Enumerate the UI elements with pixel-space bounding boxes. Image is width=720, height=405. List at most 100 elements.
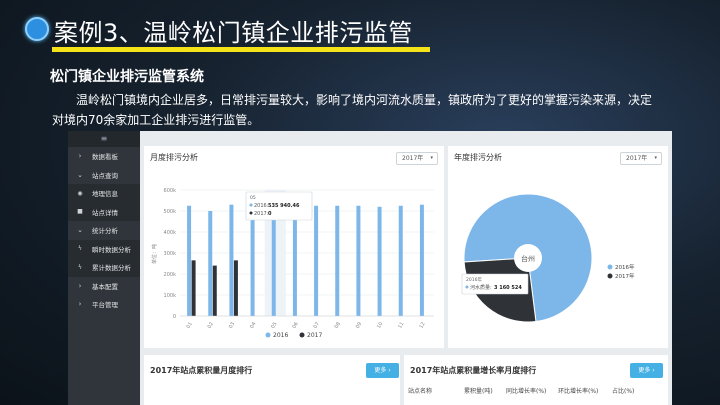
tooltip-header: 05 — [250, 195, 256, 201]
column-header: 站点名称 — [408, 388, 433, 395]
sidebar-item[interactable]: › 数据看板 — [68, 147, 140, 166]
bar-2016 — [377, 206, 382, 316]
more-button[interactable]: 更多 › — [366, 363, 399, 378]
y-tick-label: 200k — [164, 272, 177, 278]
legend-swatch — [299, 332, 305, 338]
y-tick-label: 500k — [164, 209, 177, 215]
annual-analysis-panel: 年度排污分析 2017年 ▾ 台州 2016年 2017年 2016年 河水质量: 3 16… — [448, 146, 668, 348]
y-tick-label: 600k — [164, 188, 177, 194]
sidebar-item-label: 平台管理 — [92, 301, 118, 310]
column-header: 累积量(吨) — [464, 388, 493, 395]
bar-2016 — [250, 205, 255, 316]
bar-2016 — [335, 205, 340, 316]
tooltip-swatch — [249, 203, 253, 207]
column-header: 环比增长率(%) — [558, 388, 599, 395]
monthly-bar-chart: 0100k200k300k400k500k600k单位：吨01 02 03 04 05 0… — [151, 188, 434, 339]
bar-tooltip: 05 2016: 535 940.46 2017: 0 — [245, 191, 313, 221]
sidebar-item-label: 瞬时数据分析 — [92, 245, 131, 254]
sidebar-item[interactable]: ⌄ 站点查询 — [68, 166, 140, 185]
sidebar-item[interactable]: › 基本配置 — [68, 277, 140, 296]
more-button[interactable]: 更多 › — [630, 363, 663, 378]
sidebar-item-label: 站点详情 — [92, 208, 118, 217]
bar-2016 — [187, 205, 192, 316]
annual-pie-chart: 台州2016年2017年2016年河水质量: 3 160 524 — [461, 193, 635, 323]
tooltip-label: 河水质量: — [470, 284, 492, 291]
bar-2017 — [233, 260, 238, 316]
x-tick-label: 06 — [291, 321, 299, 330]
square-icon: ■ — [77, 208, 83, 216]
tooltip-box — [461, 273, 529, 295]
x-tick-label: 12 — [418, 321, 426, 330]
globe-icon: ◉ — [77, 189, 83, 197]
pie-center-label: 台州 — [521, 254, 535, 263]
tooltip-value: 0 — [268, 211, 272, 217]
sidebar-item[interactable]: ■ 站点详情 — [68, 202, 140, 221]
chevron-right-icon: › — [78, 281, 82, 290]
panel-title: 2017年站点累积量增长率月度排行 — [410, 366, 537, 375]
tooltip-label: 2016: — [254, 203, 269, 209]
legend-label: 2017年 — [615, 272, 635, 280]
bar-2016 — [314, 205, 319, 316]
sidebar-item[interactable]: › 平台管理 — [68, 295, 140, 314]
tooltip-label: 2017: — [254, 211, 269, 217]
bar-2016 — [419, 204, 424, 316]
chevron-down-icon: ⌄ — [77, 226, 83, 235]
panel-title: 2017年站点累积量月度排行 — [150, 366, 253, 375]
x-tick-label: 07 — [313, 321, 321, 330]
tooltip-header: 2016年 — [466, 276, 482, 283]
sidebar-item[interactable]: ϟ 累计数据分析 — [68, 258, 140, 277]
y-tick-label: 400k — [164, 230, 177, 236]
sidebar-item-label: 累计数据分析 — [92, 264, 131, 273]
column-header: 同比增长率(%) — [506, 388, 547, 395]
y-tick-label: 100k — [164, 293, 177, 299]
chevron-down-icon: ⌄ — [77, 170, 83, 179]
bar-2016 — [271, 203, 276, 316]
slide-header: 案例3、温岭松门镇企业排污监管 — [0, 0, 720, 58]
slide-paragraph: 温岭松门镇境内企业居多，日常排污量较大，影响了境内河流水质量，镇政府为了更好的掌… — [52, 93, 653, 127]
legend-label: 2016年 — [615, 263, 635, 271]
sidebar-item-label: 数据看板 — [92, 153, 118, 162]
slide-title: 案例3、温岭松门镇企业排污监管 — [54, 19, 413, 47]
bolt-icon: ϟ — [78, 245, 82, 253]
tooltip-value: 535 940.46 — [268, 203, 300, 209]
sidebar-item[interactable]: ◉ 地理信息 — [68, 184, 140, 203]
sidebar-item[interactable]: ⌄ 统计分析 — [68, 221, 140, 240]
y-tick-label: 0 — [173, 314, 176, 320]
bar-2016 — [398, 205, 403, 316]
bar-2017 — [191, 260, 196, 316]
y-tick-label: 300k — [164, 251, 177, 257]
x-tick-label: 01 — [186, 321, 194, 330]
bar-2016 — [356, 205, 361, 316]
legend-swatch — [265, 332, 271, 338]
tooltip-value: 3 160 524 — [494, 285, 522, 291]
pie-tooltip: 2016年河水质量: 3 160 524 — [461, 273, 529, 295]
growth-ranking-panel: 2017年站点累积量增长率月度排行 更多 › 站点名称 累积量(吨) 同比增长率… — [404, 355, 668, 405]
x-tick-label: 08 — [334, 321, 342, 330]
bullet-circle-icon — [25, 17, 49, 41]
bar-2017 — [212, 265, 217, 316]
x-tick-label: 10 — [376, 321, 384, 330]
sidebar-item-label: 站点查询 — [92, 171, 118, 180]
bar-2016 — [292, 204, 297, 316]
x-tick-label: 03 — [228, 321, 236, 330]
legend-swatch — [607, 264, 613, 270]
slide-subtitle: 松门镇企业排污监管系统 — [50, 69, 204, 85]
sidebar-menu: › 数据看板 ⌄ 站点查询 ◉ 地理信息 ■ 站点详情 ⌄ 统计分析 ϟ 瞬时数据分析 ϟ 累计数据分析 ›… — [68, 147, 140, 314]
bolt-icon: ϟ — [78, 263, 82, 271]
legend-swatch — [607, 273, 613, 279]
sidebar-item-label: 地理信息 — [92, 190, 118, 199]
title-underline — [52, 47, 430, 52]
y-axis-label: 单位：吨 — [151, 244, 158, 264]
column-header: 占比(%) — [612, 388, 635, 395]
menu-toggle-icon[interactable]: ≡ — [68, 131, 140, 147]
sidebar: ≡ › 数据看板 ⌄ 站点查询 ◉ 地理信息 ■ 站点详情 ⌄ 统计分析 ϟ 瞬时数据分析 ϟ 累计数据分… — [68, 131, 140, 405]
legend-label: 2016 — [273, 332, 288, 339]
x-tick-label: 04 — [249, 321, 257, 330]
bar-2016 — [229, 204, 234, 316]
chevron-right-icon: › — [78, 300, 82, 309]
sidebar-item[interactable]: ϟ 瞬时数据分析 — [68, 239, 140, 258]
bar-2016 — [208, 211, 213, 316]
table-header: 站点名称 累积量(吨) 同比增长率(%) 环比增长率(%) 占比(%) — [408, 386, 664, 395]
tooltip-swatch — [249, 211, 253, 215]
chevron-right-icon: › — [78, 152, 82, 161]
